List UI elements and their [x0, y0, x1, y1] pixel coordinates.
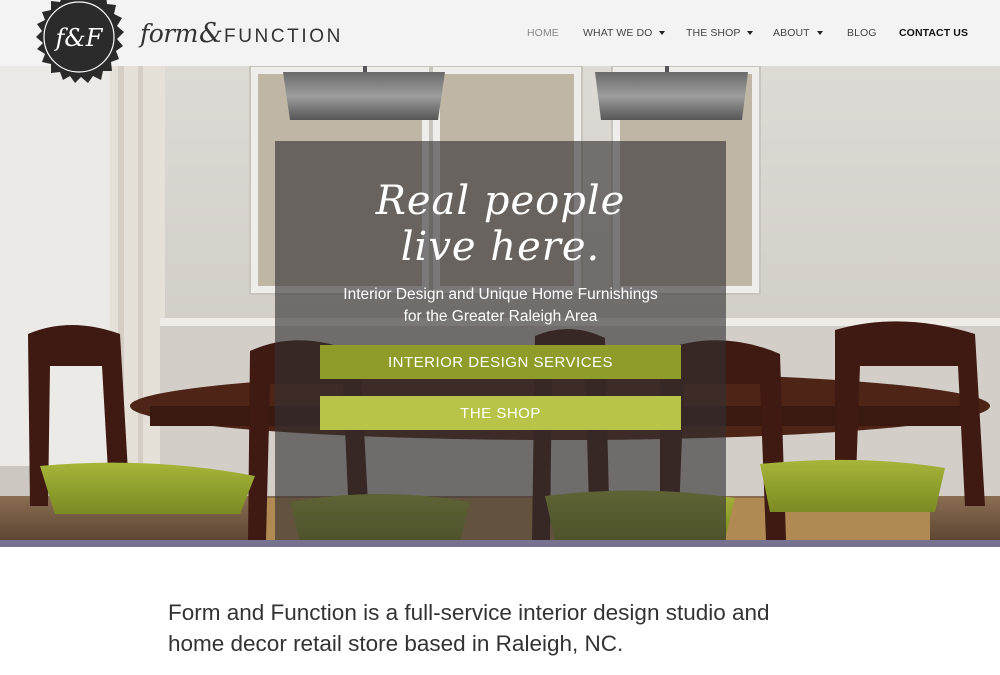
seal-letters: f&F	[54, 24, 104, 52]
hero-subhead-line1: Interior Design and Unique Home Furnishi…	[343, 286, 658, 303]
nav-contact-us[interactable]: CONTACT US	[899, 27, 968, 39]
hero-accent-band	[0, 540, 1000, 547]
wordmark-caps: FUNCTION	[224, 26, 343, 47]
nav-about-label: ABOUT	[773, 27, 810, 39]
chevron-down-icon	[816, 31, 823, 35]
hero-subhead-line2: for the Greater Raleigh Area	[403, 308, 598, 325]
hero-subhead: Interior Design and Unique Home Furnishi…	[275, 284, 726, 328]
nav-what-we-do-label: WHAT WE DO	[583, 27, 653, 39]
intro-line2: home decor retail store based in Raleigh…	[168, 631, 624, 656]
chevron-down-icon	[747, 31, 754, 35]
nav-about[interactable]: ABOUT	[773, 27, 823, 39]
nav-the-shop[interactable]: THE SHOP	[686, 27, 754, 39]
logo-seal-icon[interactable]: f&F	[28, 0, 130, 88]
wordmark-script: form	[140, 19, 198, 48]
nav-the-shop-label: THE SHOP	[686, 27, 741, 39]
site-header: form & FUNCTION HOME WHAT WE DO THE SHOP…	[0, 0, 1000, 66]
nav-blog[interactable]: BLOG	[847, 27, 877, 39]
nav-contact-us-label: CONTACT US	[899, 27, 969, 39]
interior-design-services-button[interactable]: INTERIOR DESIGN SERVICES	[320, 345, 681, 379]
the-shop-button[interactable]: THE SHOP	[320, 396, 681, 430]
wordmark-logo[interactable]: form & FUNCTION	[140, 18, 343, 52]
chevron-down-icon	[659, 31, 666, 35]
nav-what-we-do[interactable]: WHAT WE DO	[583, 27, 666, 39]
hero-headline-line2: live here.	[400, 224, 601, 270]
nav-blog-label: BLOG	[847, 27, 877, 39]
wordmark-ampersand: &	[198, 18, 224, 49]
intro-paragraph: Form and Function is a full-service inte…	[168, 597, 828, 659]
intro-line1: Form and Function is a full-service inte…	[168, 600, 770, 625]
hero-headline: Real people live here.	[275, 178, 726, 270]
nav-home[interactable]: HOME	[527, 27, 559, 39]
hero-headline-line1: Real people	[375, 178, 626, 224]
nav-home-label: HOME	[527, 27, 559, 39]
